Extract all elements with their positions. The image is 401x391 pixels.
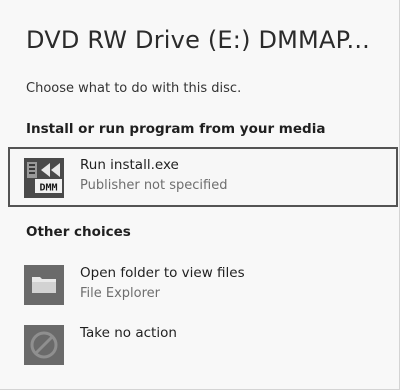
option-label: Run install.exe <box>80 157 179 173</box>
option-sublabel: Publisher not specified <box>80 178 228 193</box>
option-take-no-action[interactable]: Take no action <box>8 314 398 374</box>
dialog-subtitle: Choose what to do with this disc. <box>26 81 242 96</box>
folder-icon <box>24 265 64 305</box>
option-sublabel: File Explorer <box>80 286 161 301</box>
option-label: Open folder to view files <box>80 265 245 281</box>
section-heading-other-choices: Other choices <box>26 224 131 240</box>
option-label: Take no action <box>80 325 177 341</box>
dialog-title: DVD RW Drive (E:) DMMAP... <box>26 26 371 54</box>
section-heading-install: Install or run program from your media <box>26 121 326 137</box>
no-action-icon <box>24 325 64 365</box>
dmm-icon-text: DMM <box>39 183 57 194</box>
option-open-folder[interactable]: Open folder to view files File Explorer <box>8 254 398 314</box>
autoplay-dialog: DVD RW Drive (E:) DMMAP... Choose what t… <box>0 0 400 390</box>
dmm-installer-icon: DMM <box>24 158 64 198</box>
option-run-install[interactable]: DMM Run install.exe Publisher not specif… <box>8 147 398 207</box>
